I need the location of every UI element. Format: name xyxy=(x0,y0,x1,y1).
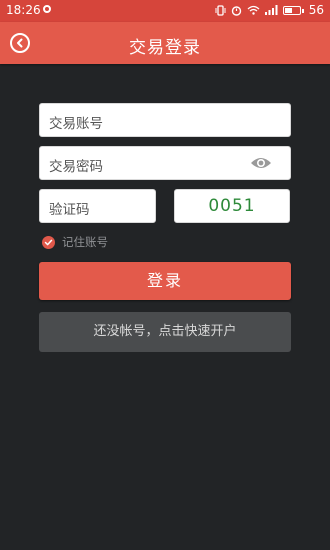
wifi-icon xyxy=(247,5,260,15)
show-password-eye-icon[interactable] xyxy=(250,155,272,171)
remember-label: 记住账号 xyxy=(62,235,108,249)
password-placeholder: 交易密码 xyxy=(49,159,103,175)
account-placeholder: 交易账号 xyxy=(49,116,103,132)
account-field[interactable]: 交易账号 xyxy=(39,103,291,137)
status-bar: 18:26 56 xyxy=(0,0,330,22)
battery-icon xyxy=(282,5,304,15)
open-account-button[interactable]: 还没帐号，点击快速开户 xyxy=(39,312,291,352)
alarm-icon xyxy=(231,5,241,16)
status-time: 18:26 xyxy=(6,3,41,17)
battery-percent: 56 xyxy=(308,3,324,17)
remember-account-toggle[interactable]: 记住账号 xyxy=(42,234,108,250)
captcha-code[interactable]: 0051 xyxy=(174,189,290,223)
captcha-field[interactable]: 验证码 xyxy=(39,189,156,223)
vibrate-icon xyxy=(215,4,226,16)
password-field[interactable]: 交易密码 xyxy=(39,146,291,180)
status-icons: 56 xyxy=(215,3,324,17)
battery-fill xyxy=(284,7,292,13)
login-button[interactable]: 登录 xyxy=(39,262,291,300)
sync-icon xyxy=(43,5,51,13)
captcha-placeholder: 验证码 xyxy=(49,202,90,218)
app-header: 交易登录 xyxy=(0,22,330,64)
page-title: 交易登录 xyxy=(129,38,201,58)
checkbox-checked-icon[interactable] xyxy=(42,235,55,249)
signal-icon xyxy=(264,5,278,15)
